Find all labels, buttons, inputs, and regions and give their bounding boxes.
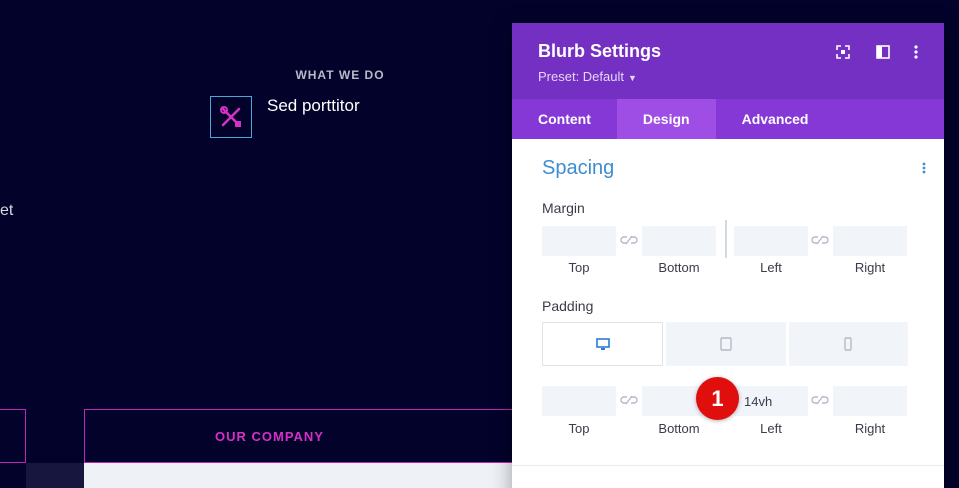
company-label: OUR COMPANY — [215, 428, 324, 444]
padding-top-input[interactable] — [542, 386, 616, 416]
margin-left-input[interactable] — [734, 226, 808, 256]
margin-bottom-input[interactable] — [642, 226, 716, 256]
kebab-menu-icon — [922, 162, 926, 174]
section-title[interactable]: Spacing — [542, 157, 614, 180]
padding-left-label: Left — [760, 421, 782, 436]
padding-bottom-label: Bottom — [658, 421, 700, 436]
split-view-icon — [876, 45, 890, 59]
margin-right-label: Right — [854, 260, 886, 275]
footer-strip-light — [84, 463, 524, 488]
tab-advanced[interactable]: Advanced — [716, 99, 835, 139]
link-icon[interactable] — [810, 393, 830, 407]
blurb-title: Sed porttitor — [267, 96, 360, 115]
device-tabs — [542, 322, 908, 366]
split-view-button[interactable] — [874, 43, 892, 61]
blurb-icon-box[interactable] — [210, 96, 252, 138]
blurb-settings-modal: Blurb Settings Preset: Default ▼ Content … — [512, 23, 944, 488]
padding-top-label: Top — [568, 421, 590, 436]
section-divider — [512, 465, 944, 466]
tab-design[interactable]: Design — [616, 99, 716, 139]
spacing-section: Spacing Margin Top Bottom Left Right Pad — [512, 139, 944, 469]
preset-selector[interactable]: Preset: Default ▼ — [538, 69, 637, 84]
margin-top-input[interactable] — [542, 226, 616, 256]
frame-left — [0, 409, 26, 463]
padding-right-input[interactable] — [833, 386, 907, 416]
footer-strip-dark — [26, 463, 84, 488]
desktop-icon — [595, 337, 610, 350]
margin-inputs — [542, 220, 908, 258]
modal-title: Blurb Settings — [538, 41, 662, 61]
padding-right-label: Right — [854, 421, 886, 436]
kebab-menu-icon — [914, 45, 918, 59]
footer-strip — [0, 463, 26, 488]
cut-off-text: et — [0, 202, 14, 219]
margin-top-label: Top — [568, 260, 590, 275]
modal-header: Blurb Settings Preset: Default ▼ — [512, 23, 944, 99]
link-icon[interactable] — [619, 233, 639, 247]
device-tab-phone[interactable] — [788, 322, 908, 366]
section-label: WHAT WE DO — [295, 68, 385, 82]
device-tab-tablet[interactable] — [666, 322, 786, 366]
tab-content[interactable]: Content — [512, 99, 617, 139]
step-badge: 1 — [696, 377, 739, 420]
margin-bottom-label: Bottom — [658, 260, 700, 275]
link-icon[interactable] — [619, 393, 639, 407]
settings-tabs: Content Design Advanced — [512, 99, 944, 139]
phone-icon — [844, 337, 853, 351]
padding-left-input[interactable] — [734, 386, 808, 416]
caret-down-icon: ▼ — [628, 73, 637, 83]
link-icon[interactable] — [810, 233, 830, 247]
section-options-button[interactable] — [922, 161, 926, 179]
device-tab-desktop[interactable] — [542, 322, 664, 366]
divider — [725, 220, 727, 258]
company-frame[interactable]: OUR COMPANY — [84, 409, 524, 463]
padding-label: Padding — [542, 298, 594, 314]
preset-label: Preset: Default — [538, 69, 624, 84]
margin-left-label: Left — [760, 260, 782, 275]
margin-label: Margin — [542, 200, 585, 216]
fullscreen-button[interactable] — [834, 43, 852, 61]
tablet-icon — [720, 337, 732, 351]
margin-right-input[interactable] — [833, 226, 907, 256]
tools-icon — [220, 106, 241, 127]
fullscreen-icon — [836, 45, 850, 59]
more-options-button[interactable] — [907, 43, 925, 61]
